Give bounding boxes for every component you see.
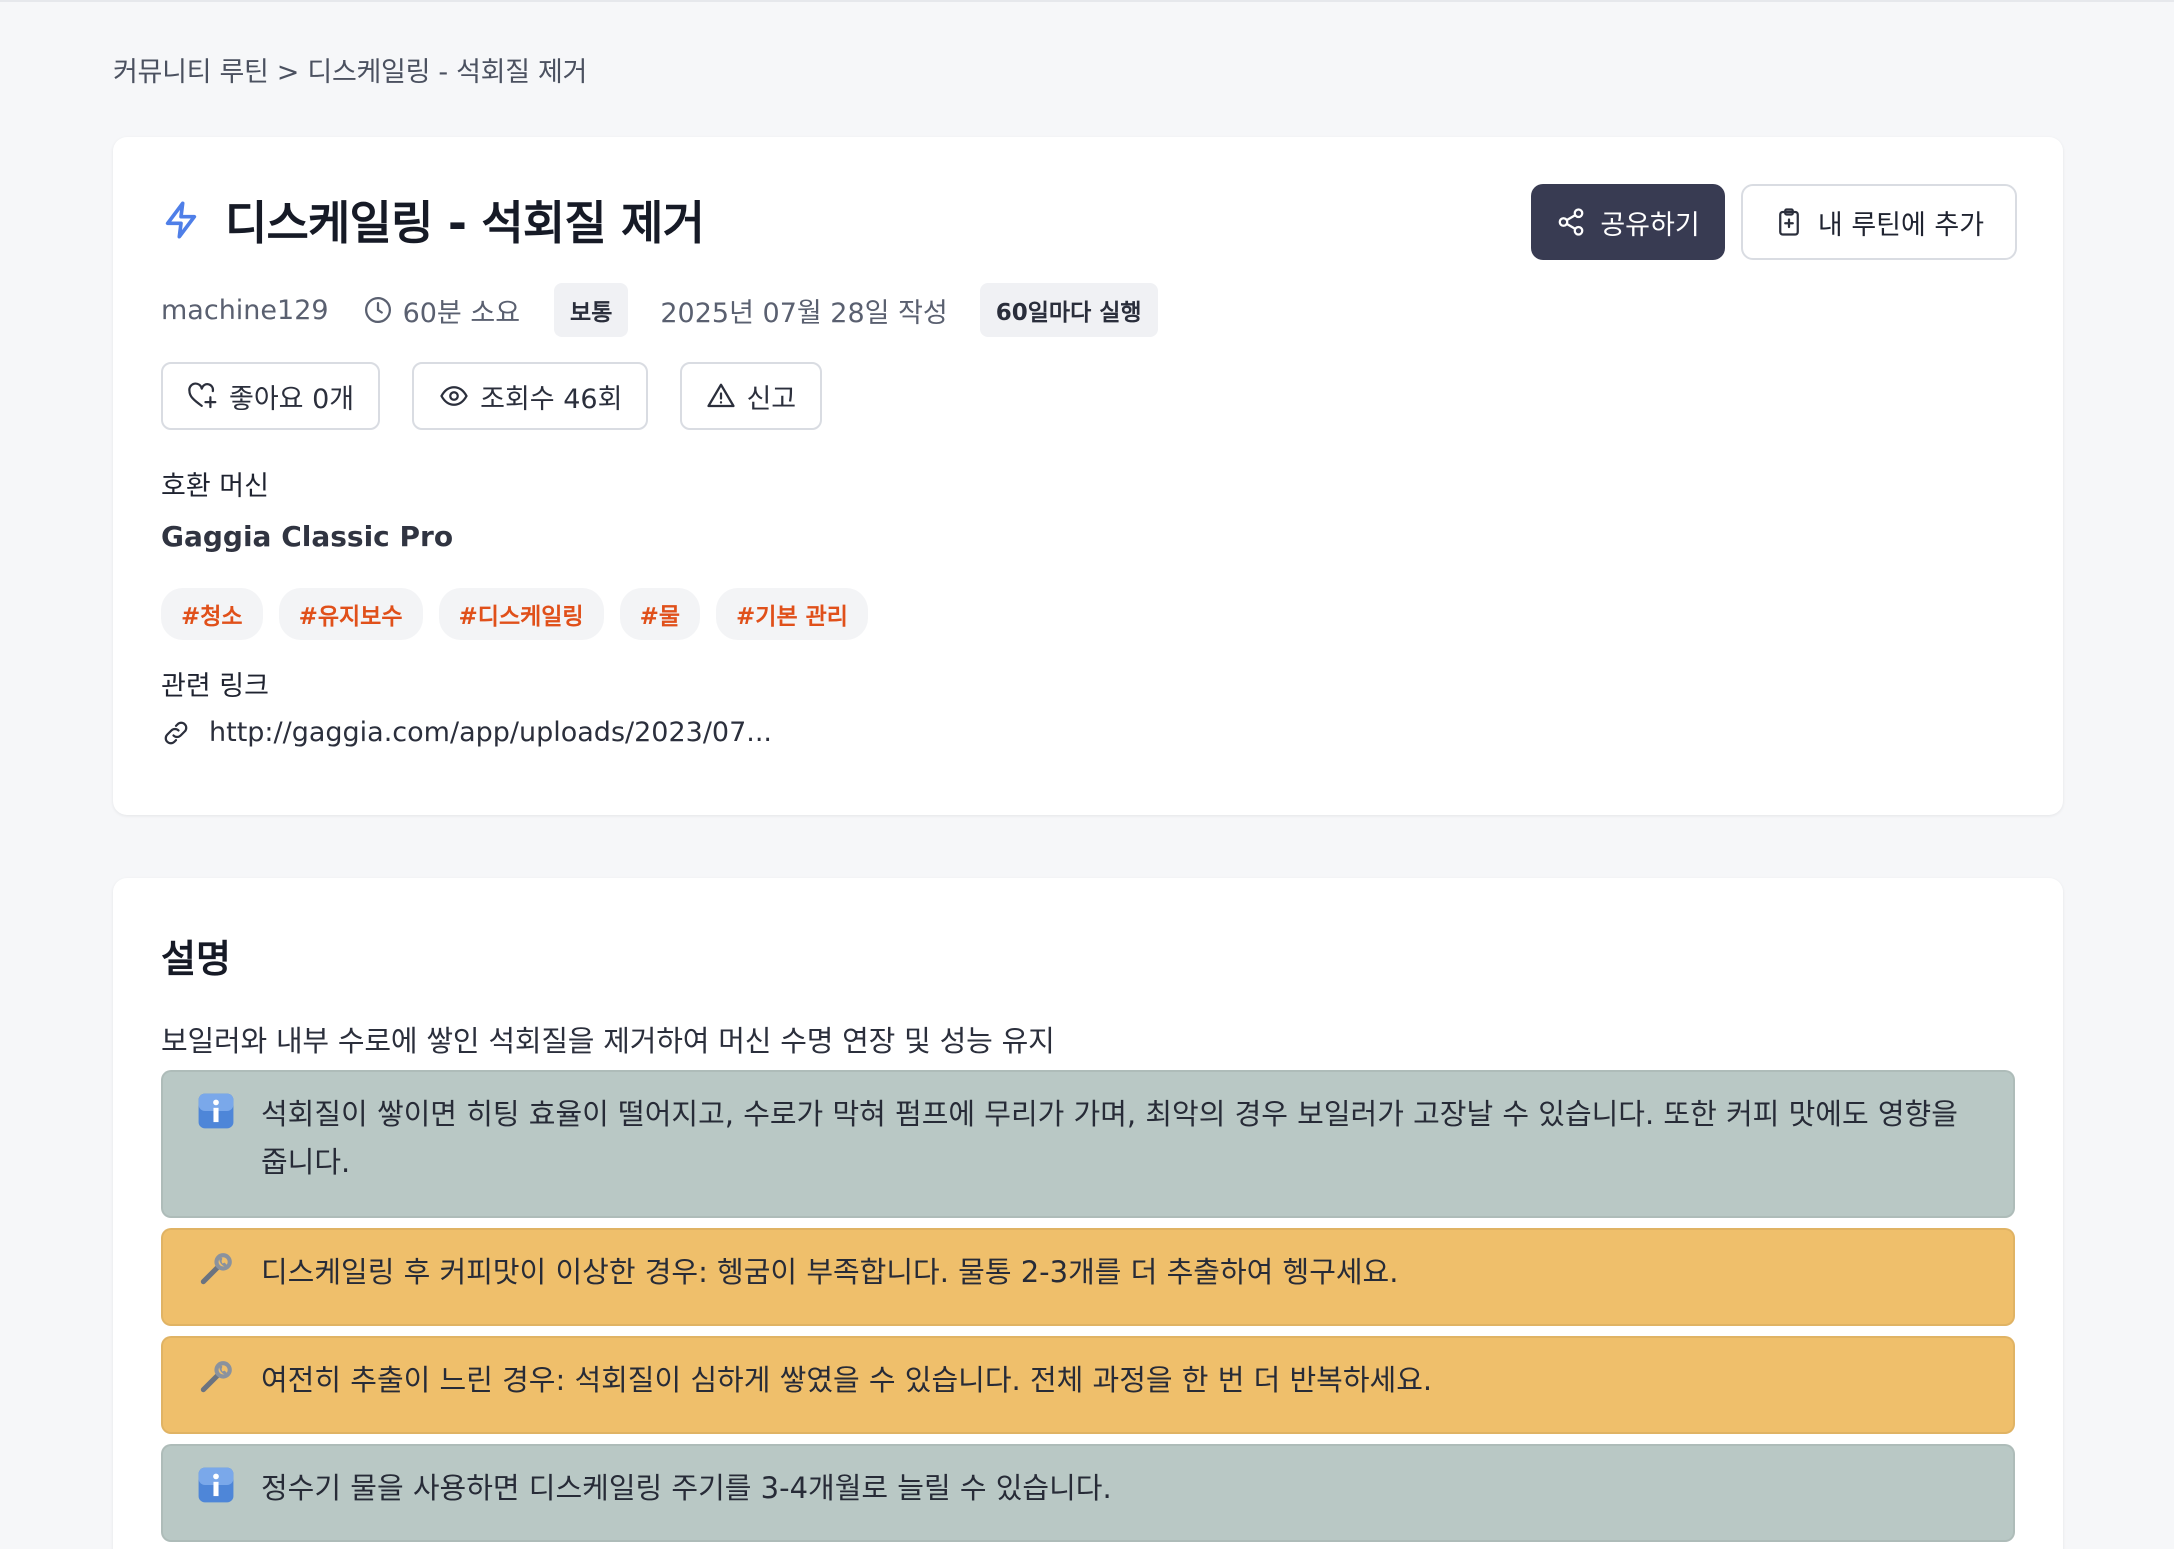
likes-count: 좋아요 0개 bbox=[229, 383, 355, 415]
share-button[interactable]: 공유하기 bbox=[1531, 184, 1725, 260]
add-to-my-routine-button[interactable]: 내 루틴에 추가 bbox=[1741, 184, 2017, 260]
note-text: 디스케일링 후 커피맛이 이상한 경우: 헹굼이 부족합니다. 물통 2-3개를… bbox=[261, 1255, 1399, 1289]
tag-list: #청소 #유지보수 #디스케일링 #물 #기본 관리 bbox=[161, 588, 884, 640]
description-card: 설명 보일러와 내부 수로에 쌓인 석회질을 제거하여 머신 수명 연장 및 성… bbox=[113, 878, 2063, 1549]
lightning-icon bbox=[161, 198, 205, 242]
tag[interactable]: #디스케일링 bbox=[438, 588, 604, 640]
frequency-badge: 60일마다 실행 bbox=[979, 283, 1158, 337]
related-link-url[interactable]: http://gaggia.com/app/uploads/2023/07... bbox=[209, 717, 772, 748]
add-label: 내 루틴에 추가 bbox=[1817, 209, 1985, 241]
share-icon bbox=[1556, 207, 1600, 237]
page-title: 디스케일링 - 석회질 제거 bbox=[225, 196, 705, 250]
difficulty-badge: 보통 bbox=[554, 283, 629, 337]
top-divider bbox=[0, 0, 2174, 2]
info-note: 정수기 물을 사용하면 디스케일링 주기를 3-4개월로 늘릴 수 있습니다. bbox=[161, 1444, 2015, 1542]
share-label: 공유하기 bbox=[1600, 209, 1700, 241]
clipboard-plus-icon bbox=[1774, 207, 1818, 237]
heart-plus-icon bbox=[187, 381, 229, 411]
description-title: 설명 bbox=[161, 937, 231, 981]
report-button[interactable]: 신고 bbox=[680, 362, 823, 430]
tag[interactable]: #청소 bbox=[161, 588, 263, 640]
duration: 60분 소요 bbox=[363, 291, 520, 330]
tag[interactable]: #기본 관리 bbox=[716, 588, 868, 640]
tag[interactable]: #물 bbox=[619, 588, 701, 640]
views-button[interactable]: 조회수 46회 bbox=[412, 362, 649, 430]
related-link-label: 관련 링크 bbox=[161, 671, 269, 702]
stat-row: 좋아요 0개 조회수 46회 신고 bbox=[161, 362, 854, 430]
tag[interactable]: #유지보수 bbox=[278, 588, 423, 640]
meta-row: machine129 60분 소요 보통 2025년 07월 28일 작성 60… bbox=[161, 283, 1190, 337]
duration-text: 60분 소요 bbox=[402, 297, 521, 329]
tip-note: 디스케일링 후 커피맛이 이상한 경우: 헹굼이 부족합니다. 물통 2-3개를… bbox=[161, 1228, 2015, 1326]
clock-icon bbox=[363, 295, 403, 325]
views-count: 조회수 46회 bbox=[480, 383, 623, 415]
description-text: 보일러와 내부 수로에 쌓인 석회질을 제거하여 머신 수명 연장 및 성능 유… bbox=[161, 1024, 1055, 1058]
eye-icon bbox=[438, 381, 480, 411]
report-label: 신고 bbox=[746, 383, 797, 415]
like-button[interactable]: 좋아요 0개 bbox=[161, 362, 381, 430]
info-icon bbox=[197, 1466, 235, 1506]
info-note: 석회질이 쌓이면 히팅 효율이 떨어지고, 수로가 막혀 펌프에 무리가 가며,… bbox=[161, 1070, 2015, 1218]
note-text: 정수기 물을 사용하면 디스케일링 주기를 3-4개월로 늘릴 수 있습니다. bbox=[261, 1471, 1112, 1505]
routine-card: 디스케일링 - 석회질 제거 공유하기 내 루틴에 추가 machine129 bbox=[113, 137, 2063, 815]
breadcrumb[interactable]: 커뮤니티 루틴 > 디스케일링 - 석회질 제거 bbox=[113, 50, 587, 89]
related-link[interactable]: http://gaggia.com/app/uploads/2023/07... bbox=[161, 717, 772, 748]
author[interactable]: machine129 bbox=[161, 295, 329, 326]
machine-label: 호환 머신 bbox=[161, 471, 269, 502]
note-text: 석회질이 쌓이면 히팅 효율이 떨어지고, 수로가 막혀 펌프에 무리가 가며,… bbox=[261, 1097, 1958, 1179]
title-row: 디스케일링 - 석회질 제거 bbox=[161, 187, 705, 253]
machine-name: Gaggia Classic Pro bbox=[161, 520, 454, 553]
note-text: 여전히 추출이 느린 경우: 석회질이 심하게 쌓였을 수 있습니다. 전체 과… bbox=[261, 1363, 1433, 1397]
info-icon bbox=[197, 1092, 235, 1132]
wrench-icon bbox=[197, 1250, 235, 1290]
warning-icon bbox=[706, 381, 746, 411]
wrench-icon bbox=[197, 1358, 235, 1398]
tip-note: 여전히 추출이 느린 경우: 석회질이 심하게 쌓였을 수 있습니다. 전체 과… bbox=[161, 1336, 2015, 1434]
created-date: 2025년 07월 28일 작성 bbox=[660, 297, 948, 329]
link-icon bbox=[161, 718, 209, 748]
